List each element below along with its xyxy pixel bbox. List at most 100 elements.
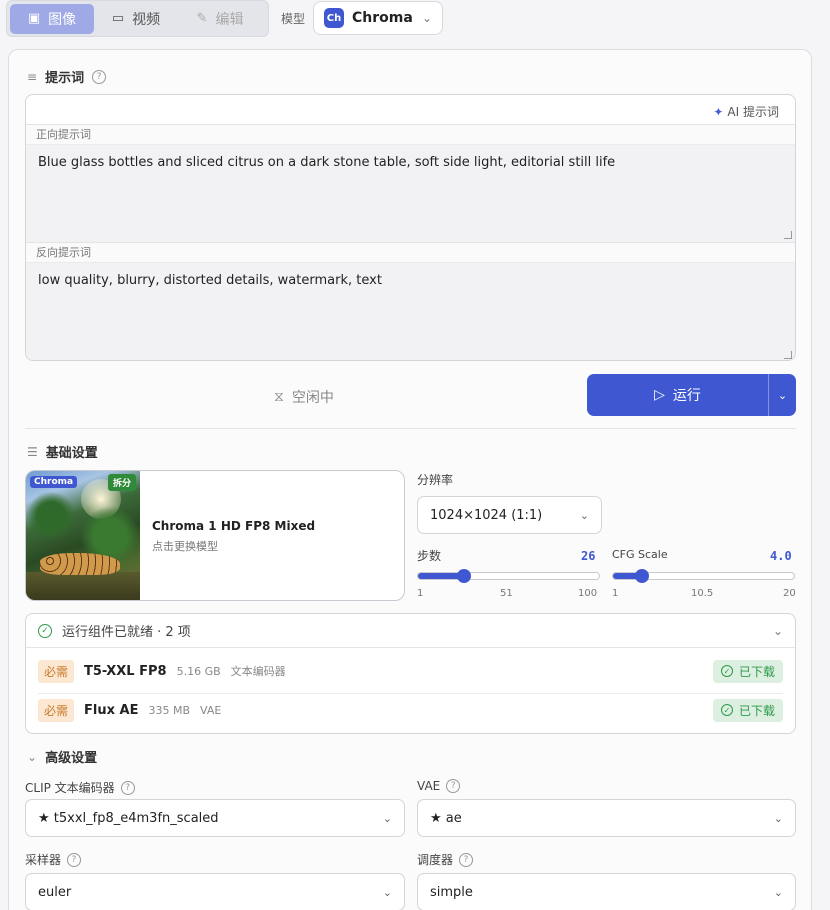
resolution-value: 1024×1024 (1:1) (430, 507, 543, 523)
chevron-down-icon: ⌄ (579, 508, 589, 522)
steps-slider[interactable] (417, 569, 600, 583)
check-circle-icon: ✓ (720, 704, 733, 716)
chevron-down-icon: ⌄ (382, 811, 392, 825)
component-name: T5-XXL FP8 (84, 663, 167, 679)
resize-grip[interactable] (784, 231, 792, 239)
sparkle-icon: ✦ (713, 104, 724, 119)
lines-icon: ≡ (27, 69, 38, 84)
model-thumbnail: Chroma 拆分 (26, 471, 140, 600)
advanced-section-header[interactable]: ⌄ 高级设置 (27, 747, 97, 767)
cfg-label: CFG Scale (612, 548, 668, 561)
component-kind: VAE (200, 703, 222, 717)
steps-max: 100 (578, 588, 598, 599)
model-card[interactable]: Chroma 拆分 Chroma 1 HD FP8 Mixed 点击更换模型 (25, 470, 405, 601)
model-family-tag: Chroma (30, 476, 78, 488)
model-select[interactable]: Ch Chroma ⌄ (313, 1, 443, 35)
sliders-icon: ☰ (27, 444, 38, 459)
hourglass-icon: ⧖ (274, 389, 284, 405)
vae-label: VAE (417, 779, 441, 793)
steps-mid: 51 (500, 588, 513, 599)
mode-edit-tab[interactable]: ✎ 编辑 (178, 4, 262, 34)
idle-label: 空闲中 (291, 390, 334, 406)
mode-label: 图像 (48, 11, 77, 28)
component-row: 必需 Flux AE 335 MB VAE ✓ 已下载 (38, 698, 783, 722)
clip-value: ★ t5xxl_fp8_e4m3fn_scaled (38, 810, 219, 826)
sampler-select[interactable]: euler ⌄ (25, 873, 405, 910)
downloaded-label: 已下载 (738, 703, 775, 718)
components-header[interactable]: ✓ 运行组件已就绪 · 2 项 ⌄ (26, 614, 795, 648)
component-kind: 文本编码器 (230, 665, 286, 678)
help-icon[interactable]: ? (446, 779, 461, 793)
divider (25, 428, 796, 429)
model-name: Chroma (352, 10, 413, 26)
slider-knob[interactable] (634, 569, 649, 583)
cfg-min: 1 (612, 588, 619, 599)
help-icon[interactable]: ? (67, 852, 82, 867)
model-card-sub: 点击更换模型 (152, 540, 218, 553)
help-icon[interactable]: ? (120, 780, 135, 795)
required-badge: 必需 (38, 698, 75, 722)
idle-status: ⧖ 空闲中 (274, 387, 334, 407)
downloaded-label: 已下载 (738, 664, 775, 679)
scheduler-label-row: 调度器 ? (417, 851, 474, 868)
positive-prompt-input[interactable]: Blue glass bottles and sliced citrus on … (26, 144, 795, 242)
clip-label-row: CLIP 文本编码器 ? (25, 779, 135, 796)
section-title: 提示词 (45, 71, 85, 86)
component-row: 必需 T5-XXL FP8 5.16 GB 文本编码器 ✓ 已下载 (38, 659, 783, 683)
help-icon[interactable]: ? (459, 852, 474, 867)
vae-value: ★ ae (430, 810, 462, 826)
sampler-label: 采样器 (25, 853, 62, 867)
component-size: 335 MB (148, 703, 190, 717)
component-name: Flux AE (84, 702, 139, 718)
sampler-label-row: 采样器 ? (25, 851, 82, 868)
resolution-select[interactable]: 1024×1024 (1:1) ⌄ (417, 496, 602, 534)
run-options-button[interactable]: ⌄ (768, 374, 796, 416)
slider-knob[interactable] (456, 569, 471, 583)
run-label: 运行 (672, 388, 701, 404)
chevron-down-icon: ⌄ (382, 885, 392, 899)
run-button[interactable]: ▷ 运行 (587, 374, 768, 416)
scheduler-select[interactable]: simple ⌄ (417, 873, 796, 910)
components-panel: ✓ 运行组件已就绪 · 2 项 ⌄ 必需 T5-XXL FP8 5.16 GB … (25, 613, 796, 734)
ai-prompt-button[interactable]: ✦ AI 提示词 (713, 103, 779, 120)
cfg-value: 4.0 (770, 549, 792, 563)
ai-hint-label: AI 提示词 (727, 105, 779, 119)
mode-image-tab[interactable]: ▣ 图像 (10, 3, 94, 34)
video-icon: ▭ (111, 11, 125, 26)
prompt-section-header: ≡ 提示词 ? (27, 67, 107, 86)
cfg-max: 20 (783, 588, 796, 599)
positive-prompt-text: Blue glass bottles and sliced citrus on … (38, 155, 616, 170)
negative-prompt-text: low quality, blurry, distorted details, … (38, 273, 382, 288)
chevron-down-icon: ⌄ (421, 11, 432, 25)
steps-value: 26 (581, 549, 596, 563)
divider (38, 693, 783, 694)
cfg-slider[interactable] (612, 569, 795, 583)
clip-label: CLIP 文本编码器 (25, 781, 115, 795)
basic-section-header: ☰ 基础设置 (27, 442, 98, 462)
section-title: 基础设置 (45, 446, 98, 461)
pencil-icon: ✎ (196, 11, 208, 26)
model-badge: Ch (324, 8, 344, 28)
resize-grip[interactable] (784, 351, 792, 359)
clip-select[interactable]: ★ t5xxl_fp8_e4m3fn_scaled ⌄ (25, 799, 405, 837)
image-icon: ▣ (27, 11, 41, 26)
required-badge: 必需 (38, 659, 75, 683)
scheduler-value: simple (430, 884, 473, 900)
vae-select[interactable]: ★ ae ⌄ (417, 799, 796, 837)
model-card-name: Chroma 1 HD FP8 Mixed (152, 519, 316, 533)
downloaded-badge: ✓ 已下载 (712, 698, 783, 722)
mode-label: 视频 (132, 11, 161, 28)
model-label: 模型 (281, 12, 306, 26)
chevron-down-icon: ⌄ (27, 749, 38, 764)
split-tag: 拆分 (107, 474, 136, 491)
check-circle-icon: ✓ (38, 623, 52, 638)
chevron-down-icon: ⌄ (773, 811, 783, 825)
mode-video-tab[interactable]: ▭ 视频 (94, 4, 178, 34)
downloaded-badge: ✓ 已下载 (712, 659, 783, 683)
negative-prompt-input[interactable]: low quality, blurry, distorted details, … (26, 262, 795, 360)
resolution-label: 分辨率 (417, 473, 454, 487)
help-icon[interactable]: ? (92, 69, 107, 84)
components-title: 运行组件已就绪 · 2 项 (62, 625, 191, 640)
check-circle-icon: ✓ (720, 665, 733, 677)
prompt-box: ✦ AI 提示词 正向提示词 Blue glass bottles and sl… (25, 94, 796, 361)
